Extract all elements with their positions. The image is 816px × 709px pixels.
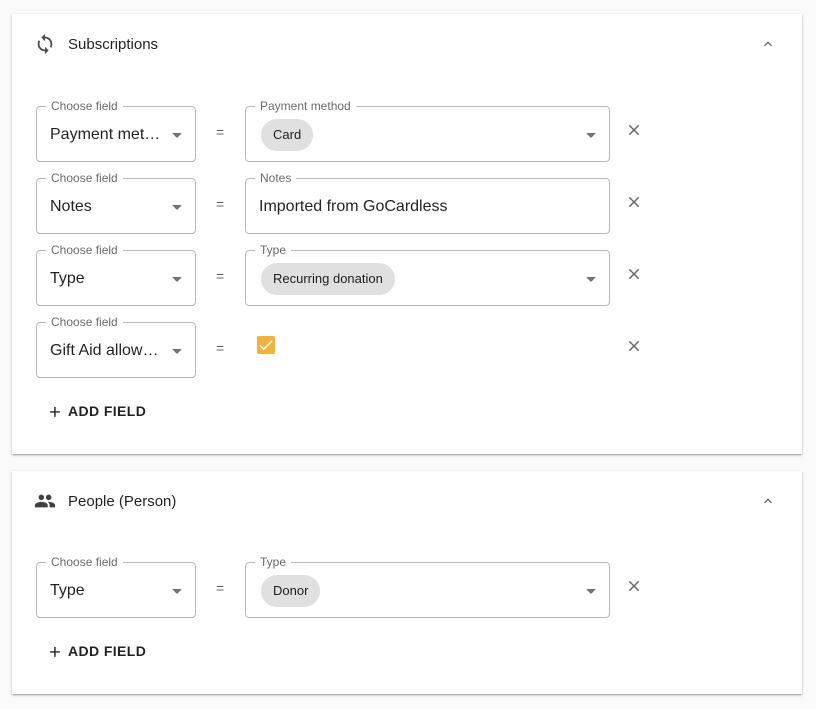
value-legend: Type: [255, 555, 292, 569]
equals-sign: =: [216, 268, 225, 284]
plus-icon: [50, 407, 60, 417]
equals-sign: =: [216, 124, 225, 140]
dropdown-arrow-icon: [172, 205, 182, 210]
close-icon[interactable]: [625, 337, 643, 355]
field-legend: Choose field: [46, 555, 123, 569]
equals-sign: =: [216, 340, 225, 356]
field-value: Gift Aid allow…: [50, 342, 159, 359]
people-header[interactable]: People (Person): [12, 471, 802, 533]
close-icon[interactable]: [625, 577, 643, 595]
notes-text-field[interactable]: Notes Imported from GoCardless: [245, 171, 610, 234]
dropdown-arrow-icon: [172, 349, 182, 354]
plus-icon: [50, 647, 60, 657]
field-value: Payment met…: [50, 126, 161, 143]
choose-field-select[interactable]: Choose field Type: [36, 243, 196, 306]
section-title: Subscriptions: [68, 36, 159, 53]
value-chip: Card: [261, 119, 314, 151]
choose-field-select[interactable]: Choose field Payment met…: [36, 99, 196, 162]
notes-value: Imported from GoCardless: [259, 198, 448, 215]
choose-field-select[interactable]: Choose field Notes: [36, 171, 196, 234]
subscriptions-panel: Subscriptions Choose field Payment met… …: [12, 14, 802, 454]
value-legend: Payment method: [255, 99, 356, 113]
sync-icon: [37, 33, 53, 55]
value-select[interactable]: Payment method Card: [245, 99, 610, 162]
value-chip: Donor: [261, 575, 321, 607]
check-icon: [259, 340, 273, 351]
field-value: Type: [50, 270, 85, 287]
section-title: People (Person): [68, 493, 177, 510]
value-legend: Notes: [255, 171, 297, 185]
filter-row: Choose field Payment met… = Payment meth…: [36, 99, 656, 162]
people-panel: People (Person) Choose field Type = Type…: [12, 471, 802, 694]
equals-sign: =: [216, 196, 225, 212]
value-select[interactable]: Type Donor: [245, 555, 610, 618]
chevron-up-icon[interactable]: [760, 493, 776, 509]
dropdown-arrow-icon: [172, 133, 182, 138]
dropdown-arrow-icon: [172, 589, 182, 594]
field-legend: Choose field: [46, 315, 123, 329]
add-field-label: ADD FIELD: [68, 403, 147, 419]
filter-row: Choose field Type = Type Recurring donat…: [36, 243, 656, 306]
choose-field-select[interactable]: Choose field Gift Aid allow…: [36, 315, 196, 378]
chevron-up-icon[interactable]: [760, 36, 776, 52]
filter-row: Choose field Notes = Notes Imported from…: [36, 171, 656, 234]
field-legend: Choose field: [46, 243, 123, 257]
people-icon: [34, 494, 56, 508]
subscriptions-header[interactable]: Subscriptions: [12, 14, 802, 76]
value-legend: Type: [255, 243, 292, 257]
dropdown-arrow-icon: [586, 277, 596, 282]
close-icon[interactable]: [625, 193, 643, 211]
value-select[interactable]: Type Recurring donation: [245, 243, 610, 306]
field-legend: Choose field: [46, 99, 123, 113]
dropdown-arrow-icon: [172, 277, 182, 282]
dropdown-arrow-icon: [586, 589, 596, 594]
dropdown-arrow-icon: [586, 133, 596, 138]
close-icon[interactable]: [625, 265, 643, 283]
value-chip: Recurring donation: [261, 263, 395, 295]
equals-sign: =: [216, 580, 225, 596]
field-value: Type: [50, 582, 85, 599]
add-field-label: ADD FIELD: [68, 643, 147, 659]
close-icon[interactable]: [625, 121, 643, 139]
field-legend: Choose field: [46, 171, 123, 185]
filter-row: Choose field Type = Type Donor: [36, 555, 656, 618]
field-value: Notes: [50, 198, 92, 215]
filter-row: Choose field Gift Aid allow… =: [36, 315, 656, 378]
gift-aid-checkbox[interactable]: [257, 336, 275, 354]
choose-field-select[interactable]: Choose field Type: [36, 555, 196, 618]
